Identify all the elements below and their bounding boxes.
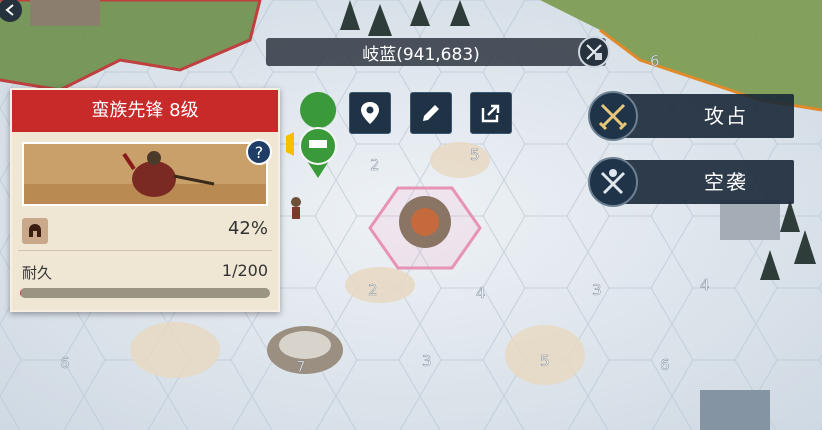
svg-text:?: ? xyxy=(255,143,264,162)
morale-value: 42% xyxy=(227,218,268,239)
airstrike-button[interactable]: 空袭 xyxy=(588,157,794,207)
back-arrow-icon[interactable] xyxy=(0,0,24,24)
helmet-icon xyxy=(22,218,48,244)
tile-level: 7 xyxy=(296,358,306,376)
tile-level: 5 xyxy=(540,352,550,370)
tile-level: 6 xyxy=(660,356,670,374)
alliance-badge-icon[interactable] xyxy=(578,36,610,68)
location-pin-icon xyxy=(361,102,379,124)
tile-level: 2 xyxy=(368,281,378,299)
durability-bar xyxy=(20,288,270,298)
tile-level: 5 xyxy=(470,146,480,164)
durability-label: 耐久 xyxy=(22,264,53,282)
marching-unit xyxy=(291,197,301,219)
target-title: 蛮族先锋 8级 xyxy=(12,90,278,132)
tile-level: 3 xyxy=(422,352,432,370)
durability-value: 1/200 xyxy=(221,261,268,280)
divider xyxy=(18,250,272,251)
tile-level: 4 xyxy=(476,284,486,302)
share-icon xyxy=(481,104,500,123)
location-name: 岐蓝(941,683) xyxy=(362,44,480,65)
edit-pencil-icon xyxy=(423,105,439,121)
occupy-label: 攻占 xyxy=(704,104,748,128)
crossed-swords-icon xyxy=(588,91,638,141)
mark-location-button[interactable] xyxy=(349,92,391,134)
help-icon[interactable]: ? xyxy=(245,138,273,166)
occupy-button[interactable]: 攻占 xyxy=(588,91,794,141)
location-banner: 岐蓝(941,683) xyxy=(266,38,606,66)
share-button[interactable] xyxy=(470,92,512,134)
target-info-panel: 蛮族先锋 8级 ? 42% 耐久 1/200 xyxy=(10,88,280,312)
unit-portrait xyxy=(22,142,268,206)
tile-level: 6 xyxy=(650,52,660,70)
airstrike-label: 空袭 xyxy=(704,170,748,194)
durability-fill xyxy=(20,288,22,298)
edit-button[interactable] xyxy=(410,92,452,134)
tile-level: 3 xyxy=(592,281,602,299)
tile-level: 2 xyxy=(370,156,380,174)
tile-level: 6 xyxy=(60,354,70,372)
tile-level: 4 xyxy=(700,276,710,294)
airstrike-icon xyxy=(588,157,638,207)
